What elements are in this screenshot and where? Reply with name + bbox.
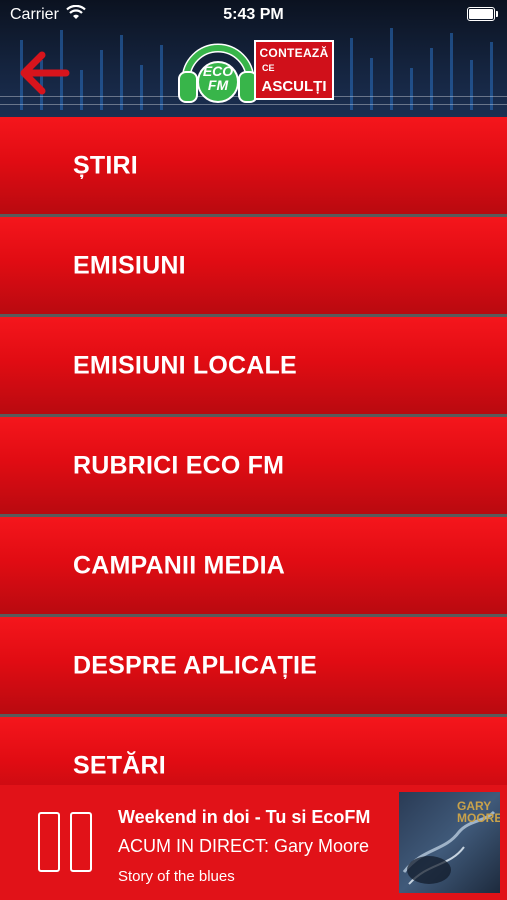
menu-item-label: ȘTIRI [73,151,138,179]
menu-item-stiri[interactable]: ȘTIRI [0,117,507,214]
menu-item-label: CAMPANII MEDIA [73,551,286,579]
menu-item-despre[interactable]: DESPRE APLICAȚIE [0,617,507,714]
app-header: Carrier 5:43 PM ECO FM CONTEAZĂ CE ASCUL… [0,0,507,117]
status-bar: Carrier 5:43 PM [0,0,507,30]
arrow-left-icon[interactable] [18,50,70,96]
menu-item-label: EMISIUNI LOCALE [73,351,297,379]
logo-slogan-box: CONTEAZĂ CE ASCULȚI [254,40,334,100]
pause-icon[interactable] [38,812,94,872]
logo-line-3: ASCULȚI [261,78,327,95]
menu-item-label: SETĂRI [73,751,166,779]
logo-eco-text: ECO FM [202,63,234,93]
now-playing-song: Story of the blues [118,868,235,885]
app-logo: ECO FM CONTEAZĂ CE ASCULȚI [176,36,336,108]
menu-item-label: EMISIUNI [73,251,186,279]
now-playing-title: Weekend in doi - Tu si EcoFM [118,807,371,827]
now-playing-bar: Weekend in doi - Tu si EcoFM ACUM IN DIR… [0,785,507,900]
menu-item-rubrici[interactable]: RUBRICI ECO FM [0,417,507,514]
main-menu: ȘTIRI EMISIUNI EMISIUNI LOCALE RUBRICI E… [0,117,507,817]
logo-line-1: CONTEAZĂ [259,46,329,60]
menu-item-emisiuni-locale[interactable]: EMISIUNI LOCALE [0,317,507,414]
now-playing-live: ACUM IN DIRECT: Gary Moore [118,836,370,856]
status-time: 5:43 PM [223,6,284,23]
menu-item-label: RUBRICI ECO FM [73,451,285,479]
menu-item-emisiuni[interactable]: EMISIUNI [0,217,507,314]
cover-artist-text: GARY MOORE [457,799,500,825]
logo-line-2: CE [262,63,275,73]
album-cover: GARY MOORE [399,792,500,893]
menu-item-label: DESPRE APLICAȚIE [73,651,317,679]
menu-item-campanii[interactable]: CAMPANII MEDIA [0,517,507,614]
battery-icon [467,7,498,21]
